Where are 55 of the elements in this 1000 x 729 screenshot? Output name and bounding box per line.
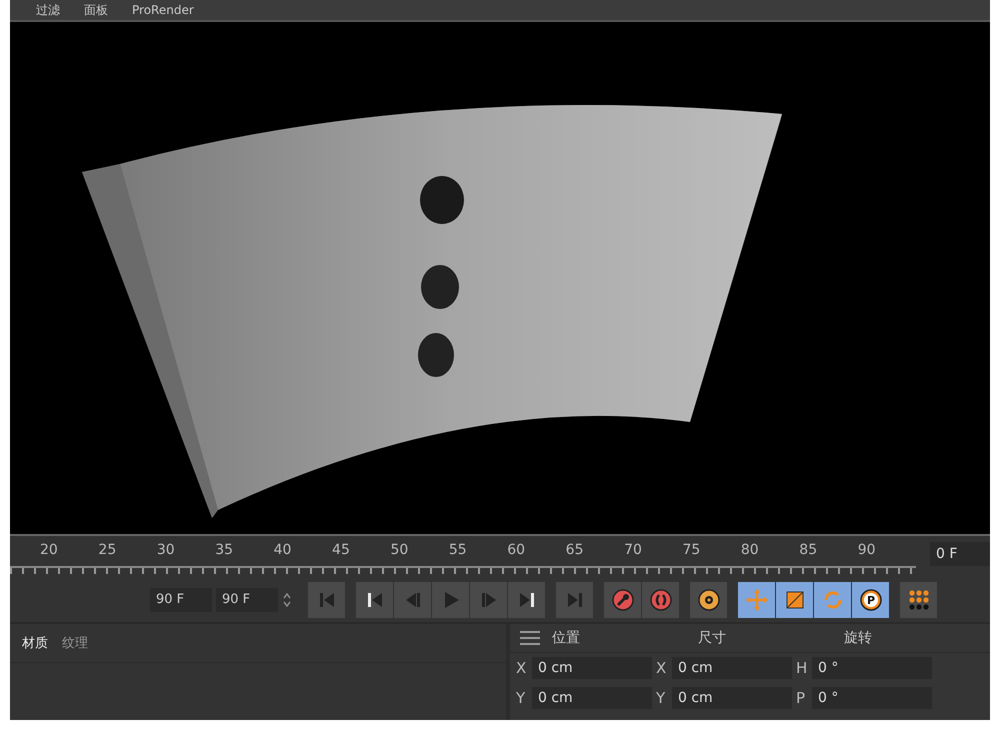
- value-field[interactable]: 0 °: [812, 687, 932, 709]
- circle-arrows-icon: [648, 588, 672, 612]
- autokey-button[interactable]: [642, 582, 679, 618]
- frame-number: 30: [156, 542, 176, 558]
- value-field[interactable]: 0 cm: [672, 687, 792, 709]
- frame-number: 40: [274, 542, 292, 558]
- value-field[interactable]: 0 cm: [532, 687, 652, 709]
- first-key-button[interactable]: [356, 582, 393, 618]
- axis-label: X: [656, 659, 668, 677]
- p-circle-icon: P: [858, 588, 882, 612]
- axis-label: Y: [516, 689, 526, 707]
- axis-label: X: [516, 659, 528, 677]
- param-button[interactable]: P: [852, 582, 889, 618]
- column-header: 旋转: [844, 629, 873, 647]
- frame-number: 70: [624, 542, 643, 558]
- frame-field[interactable]: 90 F: [150, 588, 212, 612]
- axis-label: P: [796, 689, 806, 707]
- gear-button[interactable]: [690, 582, 727, 618]
- menu-item[interactable]: 过滤: [36, 2, 60, 18]
- menu-item[interactable]: 面板: [84, 2, 108, 18]
- frame-number: 35: [215, 542, 234, 558]
- timeline-ruler[interactable]: 20 25 30 35 40 45 50 55 60 65 70 75 80 85 90: [10, 536, 916, 574]
- column-header: 尺寸: [698, 629, 727, 647]
- frame-number: 45: [332, 542, 351, 558]
- frame-number: 90: [858, 542, 877, 558]
- frame-number: 50: [390, 542, 410, 558]
- menu-item[interactable]: ProRender: [132, 3, 194, 17]
- last-key-button[interactable]: [508, 582, 545, 618]
- current-frame-field[interactable]: 0 F: [930, 542, 990, 566]
- axis-label: Y: [656, 689, 666, 707]
- frame-number: 60: [507, 542, 526, 558]
- frame-number: 65: [566, 542, 584, 558]
- menu-icon[interactable]: [520, 630, 540, 646]
- record-button[interactable]: [604, 582, 641, 618]
- scale-button[interactable]: [776, 582, 813, 618]
- axis-label: H: [796, 659, 808, 677]
- dots-button[interactable]: [900, 582, 937, 618]
- move-arrows-icon: [744, 588, 768, 612]
- frame-number: 55: [448, 542, 468, 558]
- frame-field[interactable]: 90 F: [216, 588, 278, 612]
- frame-number: 20: [40, 542, 59, 558]
- value-field[interactable]: 0 cm: [532, 657, 652, 679]
- value-field[interactable]: 0 °: [812, 657, 932, 679]
- frame-number: 80: [740, 542, 760, 558]
- panel-tab[interactable]: 材质: [22, 634, 48, 652]
- go-start-button[interactable]: [308, 582, 345, 618]
- value-field[interactable]: 0 cm: [672, 657, 792, 679]
- frame-number: 75: [682, 542, 702, 558]
- column-header: 位置: [552, 629, 581, 647]
- frame-number: 85: [799, 542, 818, 558]
- frame-number: 25: [98, 542, 118, 558]
- panel-tab[interactable]: 纹理: [62, 634, 88, 652]
- spinner-icon[interactable]: [282, 592, 292, 608]
- dot-grid-icon: [906, 588, 930, 612]
- key-icon: [610, 588, 634, 612]
